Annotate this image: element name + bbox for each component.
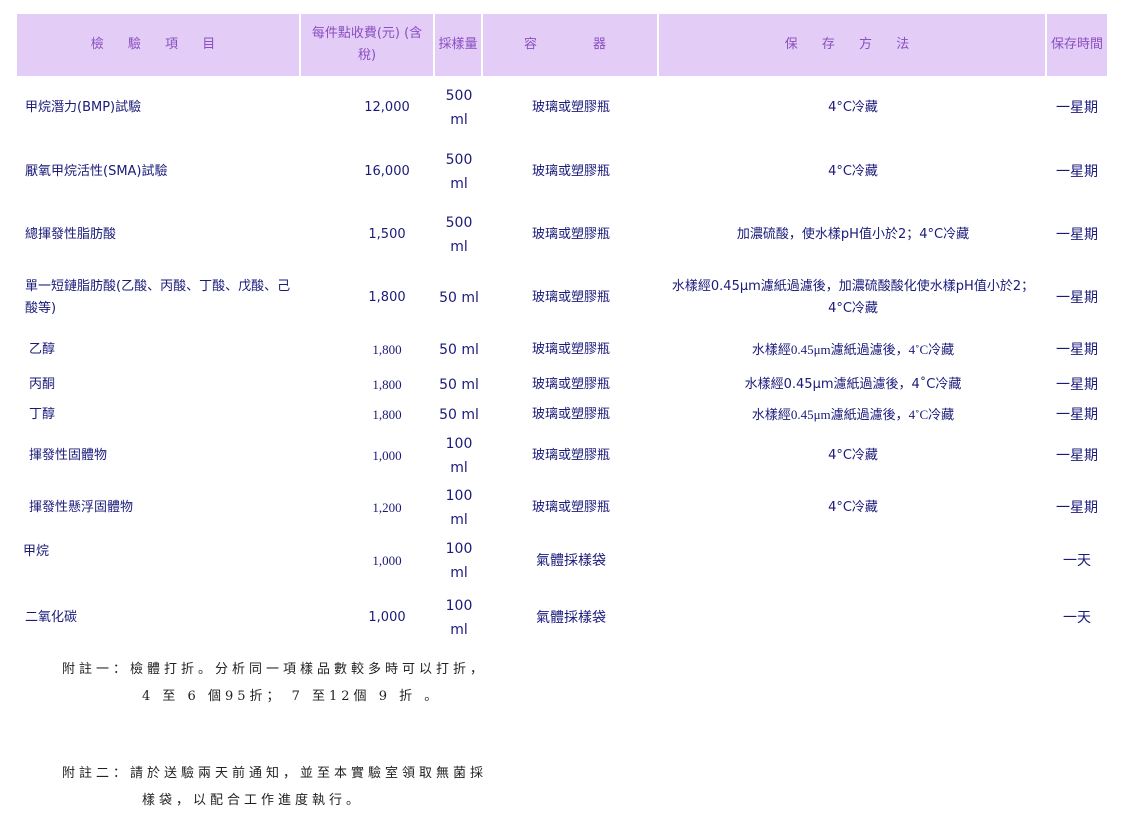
cell-fee: 1,500	[368, 226, 406, 242]
cell-volume: 500 ml	[445, 214, 473, 255]
cell-volume: 50 ml	[439, 407, 479, 423]
cell-container: 玻璃或塑膠瓶	[531, 407, 610, 422]
cell-method: 4°C冷藏	[828, 500, 878, 515]
header-keep: 保存時間	[1047, 14, 1107, 76]
note-spacer	[62, 710, 487, 760]
table-row: 二氧化碳 1,000 100 ml 氣體採樣袋 一天	[17, 588, 1107, 648]
cell-fee: 1,800	[372, 342, 402, 357]
cell-fee: 1,800	[372, 407, 402, 422]
cell-item: 揮發性固體物	[29, 448, 108, 463]
cell-keep: 一天	[1063, 610, 1091, 626]
note2-line2: 樣袋，以配合工作進度執行。	[142, 793, 364, 808]
cell-method: 水樣經0.45μm濾紙過濾後，加濃硫酸酸化使水樣pH值小於2；4°C冷藏	[671, 279, 1035, 316]
table-row: 乙醇 1,800 50 ml 玻璃或塑膠瓶 水樣經0.45μm濾紙過濾後，4˚C…	[17, 330, 1107, 370]
table-row: 厭氧甲烷活性(SMA)試驗 16,000 500 ml 玻璃或塑膠瓶 4°C冷藏…	[17, 140, 1107, 203]
cell-keep: 一星期	[1056, 407, 1098, 423]
cell-method: 4°C冷藏	[828, 100, 878, 115]
cell-fee: 16,000	[364, 163, 410, 179]
cell-method: 水樣經0.45μm濾紙過濾後，4˚C冷藏	[751, 407, 955, 422]
header-fee: 每件點收費(元) (含稅)	[301, 14, 435, 76]
cell-keep: 一天	[1063, 553, 1091, 569]
cell-container: 氣體採樣袋	[536, 553, 606, 569]
header-container: 容 器	[483, 14, 659, 76]
cell-fee: 1,800	[372, 377, 402, 392]
cell-method: 4°C冷藏	[828, 163, 878, 179]
table-row: 甲烷潛力(BMP)試驗 12,000 500 ml 玻璃或塑膠瓶 4°C冷藏 一…	[17, 76, 1107, 140]
notes-section: 附註一：檢體打折。分析同一項樣品數較多時可以打折， 4 至 6 個95折； 7 …	[62, 656, 487, 814]
cell-keep: 一星期	[1056, 448, 1098, 464]
cell-volume: 500 ml	[445, 88, 473, 128]
cell-method	[659, 534, 1047, 588]
cell-keep: 一星期	[1056, 163, 1098, 180]
header-method: 保 存 方 法	[659, 14, 1047, 76]
cell-container: 氣體採樣袋	[536, 610, 606, 626]
cell-method: 水樣經0.45μm濾紙過濾後，4˚C冷藏	[751, 342, 955, 357]
cell-volume: 50 ml	[439, 377, 479, 393]
cell-volume: 500 ml	[445, 151, 473, 192]
cell-volume: 100 ml	[445, 488, 473, 528]
table-row: 丁醇 1,800 50 ml 玻璃或塑膠瓶 水樣經0.45μm濾紙過濾後，4˚C…	[17, 400, 1107, 430]
cell-method: 4°C冷藏	[828, 448, 878, 463]
cell-fee: 1,800	[368, 290, 406, 305]
cell-container: 玻璃或塑膠瓶	[531, 163, 610, 179]
cell-item: 厭氧甲烷活性(SMA)試驗	[25, 163, 168, 179]
table-row: 揮發性懸浮固體物 1,200 100 ml 玻璃或塑膠瓶 4°C冷藏 一星期	[17, 482, 1107, 534]
cell-container: 玻璃或塑膠瓶	[531, 226, 610, 242]
cell-keep: 一星期	[1056, 290, 1098, 306]
cell-volume: 100 ml	[445, 436, 473, 476]
cell-keep: 一星期	[1056, 500, 1098, 516]
header-volume: 採樣量	[435, 14, 483, 76]
cell-method: 水樣經0.45μm濾紙過濾後，4˚C冷藏	[744, 377, 962, 392]
cell-fee: 12,000	[364, 100, 410, 115]
cell-container: 玻璃或塑膠瓶	[531, 290, 610, 305]
table-row: 總揮發性脂肪酸 1,500 500 ml 玻璃或塑膠瓶 加濃硫酸，使水樣pH值小…	[17, 203, 1107, 266]
cell-fee: 1,000	[372, 448, 402, 463]
cell-item: 乙醇	[29, 342, 56, 357]
cell-volume: 50 ml	[439, 290, 479, 306]
table-row: 甲烷 1,000 100 ml 氣體採樣袋 一天	[17, 534, 1107, 588]
note1-line1: 附註一：檢體打折。分析同一項樣品數較多時可以打折，	[62, 662, 488, 677]
cell-keep: 一星期	[1056, 226, 1098, 243]
cell-keep: 一星期	[1056, 342, 1098, 358]
cell-item: 單一短鏈脂肪酸(乙酸、丙酸、丁酸、戊酸、己酸等)	[25, 279, 291, 316]
note2-line1: 附註二：請於送驗兩天前通知，並至本實驗室領取無菌採	[62, 766, 488, 781]
price-table: 檢 驗 項 目 每件點收費(元) (含稅) 採樣量 容 器 保 存 方 法 保存…	[17, 14, 1107, 648]
cell-keep: 一星期	[1056, 100, 1098, 116]
cell-container: 玻璃或塑膠瓶	[531, 342, 610, 357]
cell-item: 二氧化碳	[25, 610, 78, 625]
cell-method	[659, 588, 1047, 648]
table-row: 丙酮 1,800 50 ml 玻璃或塑膠瓶 水樣經0.45μm濾紙過濾後，4˚C…	[17, 370, 1107, 400]
note1-line2: 4 至 6 個95折； 7 至12個 9 折 。	[142, 689, 442, 704]
cell-item: 甲烷潛力(BMP)試驗	[25, 100, 142, 115]
cell-volume: 100 ml	[445, 598, 473, 638]
header-row: 檢 驗 項 目 每件點收費(元) (含稅) 採樣量 容 器 保 存 方 法 保存…	[17, 14, 1107, 76]
cell-item: 總揮發性脂肪酸	[25, 226, 117, 242]
cell-container: 玻璃或塑膠瓶	[531, 377, 610, 392]
cell-volume: 50 ml	[439, 342, 479, 358]
cell-fee: 1,000	[372, 553, 402, 568]
cell-method: 加濃硫酸，使水樣pH值小於2；4°C冷藏	[736, 226, 970, 242]
cell-container: 玻璃或塑膠瓶	[531, 448, 610, 463]
cell-container: 玻璃或塑膠瓶	[531, 100, 610, 115]
cell-fee: 1,200	[372, 500, 402, 515]
cell-keep: 一星期	[1056, 377, 1098, 393]
table-row: 揮發性固體物 1,000 100 ml 玻璃或塑膠瓶 4°C冷藏 一星期	[17, 430, 1107, 482]
cell-item: 丙酮	[29, 377, 56, 392]
header-item: 檢 驗 項 目	[17, 14, 301, 76]
cell-item: 甲烷	[23, 544, 50, 559]
table-row: 單一短鏈脂肪酸(乙酸、丙酸、丁酸、戊酸、己酸等) 1,800 50 ml 玻璃或…	[17, 266, 1107, 330]
cell-fee: 1,000	[368, 610, 406, 625]
cell-volume: 100 ml	[445, 541, 473, 581]
cell-item: 揮發性懸浮固體物	[29, 500, 134, 515]
cell-container: 玻璃或塑膠瓶	[531, 500, 610, 515]
cell-item: 丁醇	[29, 407, 56, 422]
